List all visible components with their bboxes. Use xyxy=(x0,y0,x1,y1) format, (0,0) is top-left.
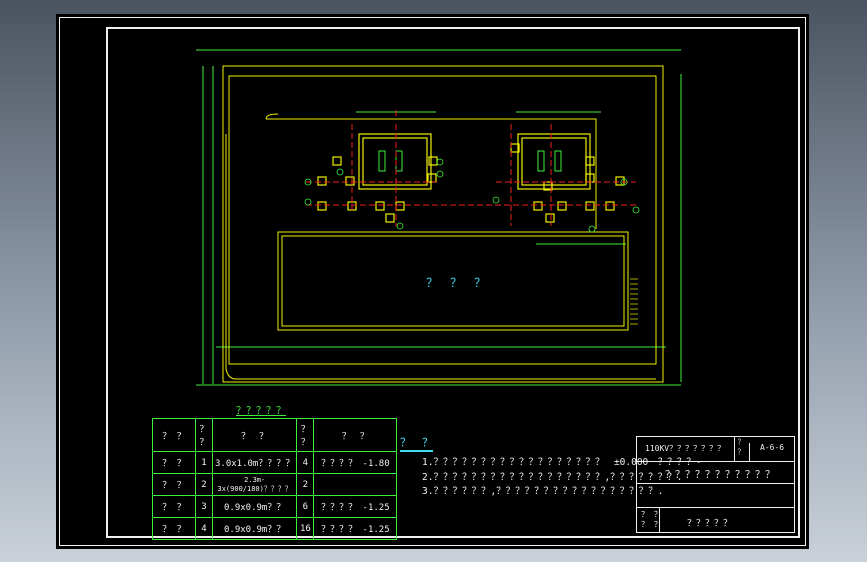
table-row: ？ ？ 1 3.0x1.0m？？？？ 4 ？？？？ -1.80 xyxy=(152,451,398,474)
sheet-value: ？？？？？ xyxy=(687,519,733,529)
title-block: 110KV？？？？？？？ ？ ？ A-6-6 ？？？？？？？？？？？ ？ ？ ？… xyxy=(636,436,795,533)
foundations xyxy=(317,133,625,223)
dimension-lines xyxy=(196,49,682,386)
row-label: ？ ？ xyxy=(152,473,196,496)
table-header: ？ ？ xyxy=(313,418,398,452)
building-label: ？ ？ ？ xyxy=(426,276,487,290)
grille xyxy=(630,278,638,325)
row-number: 2 xyxy=(195,473,213,496)
row-qty: 6 xyxy=(296,495,315,518)
row-qty: 4 xyxy=(296,451,315,474)
row-label: ？ ？ xyxy=(152,451,196,474)
table-row: ？ ？ 2 2.3m-3x(900/180)？？？？ 2 xyxy=(152,473,398,496)
project-name: 110KV？？？？？？？ xyxy=(645,444,726,453)
title-row-name: ？？？？？？？？？？？ xyxy=(637,461,794,484)
row-elev: ？？？？ -1.25 xyxy=(313,495,398,518)
table-row: ？ ？ 4 0.9x0.9m？？ 16 ？？？？ -1.25 xyxy=(152,517,398,540)
title-row-project: 110KV？？？？？？？ ？ ？ A-6-6 xyxy=(637,437,794,462)
row-elev: ？？？？ -1.25 xyxy=(313,517,398,540)
sheet-label: ？ ？ ？ ？ xyxy=(641,510,662,529)
row-elev: ？？？？ -1.80 xyxy=(313,451,398,474)
table-header: ？ ？ xyxy=(211,418,298,452)
row-elev xyxy=(313,473,398,496)
drawing-canvas: ？ ？ ？ ？？？？？ ？ ？ ？ ？ ？ ？ ？ ？ ？ ？ ？ ？ 1 3.… xyxy=(56,14,809,549)
row-label: ？ ？ xyxy=(152,495,196,518)
table-row: ？ ？ 3 0.9x0.9m？？ 6 ？？？？ -1.25 xyxy=(152,495,398,518)
table-header: ？ ？ xyxy=(152,418,196,452)
row-spec: 3.0x1.0m？？？？ xyxy=(211,451,298,474)
row-spec: 0.9x0.9m？？ xyxy=(211,495,298,518)
row-number: 1 xyxy=(195,451,213,474)
table-header-row: ？ ？ ？ ？ ？ ？ ？ ？ ？ ？ xyxy=(152,418,398,452)
row-spec: 0.9x0.9m？？ xyxy=(211,517,298,540)
row-number: 3 xyxy=(195,495,213,518)
table-header: ？ ？ xyxy=(195,418,213,452)
qm-mark: ？ ？ xyxy=(734,437,747,461)
table-header: ？ ？ xyxy=(296,418,315,452)
notes-heading: ？ ？ xyxy=(400,434,433,452)
legend-title: ？？？？？ xyxy=(236,406,286,417)
grid-bubbles xyxy=(304,158,640,233)
site-boundary xyxy=(222,65,664,383)
row-label: ？ ？ xyxy=(152,517,196,540)
row-qty: 2 xyxy=(296,473,315,496)
drawing-title: ？？？？？？？？？？？ xyxy=(665,470,775,481)
title-row-sheet: ？ ？ ？ ？ ？？？？？ xyxy=(637,507,794,532)
drawing-number: A-6-6 xyxy=(749,443,784,461)
row-number: 4 xyxy=(195,517,213,540)
foundation-legend-table: ？ ？ ？ ？ ？ ？ ？ ？ ？ ？ ？ ？ 1 3.0x1.0m？？？？ 4… xyxy=(152,418,398,540)
row-qty: 16 xyxy=(296,517,315,540)
equipment xyxy=(378,150,562,172)
row-spec: 2.3m-3x(900/180)？？？？ xyxy=(211,473,298,496)
